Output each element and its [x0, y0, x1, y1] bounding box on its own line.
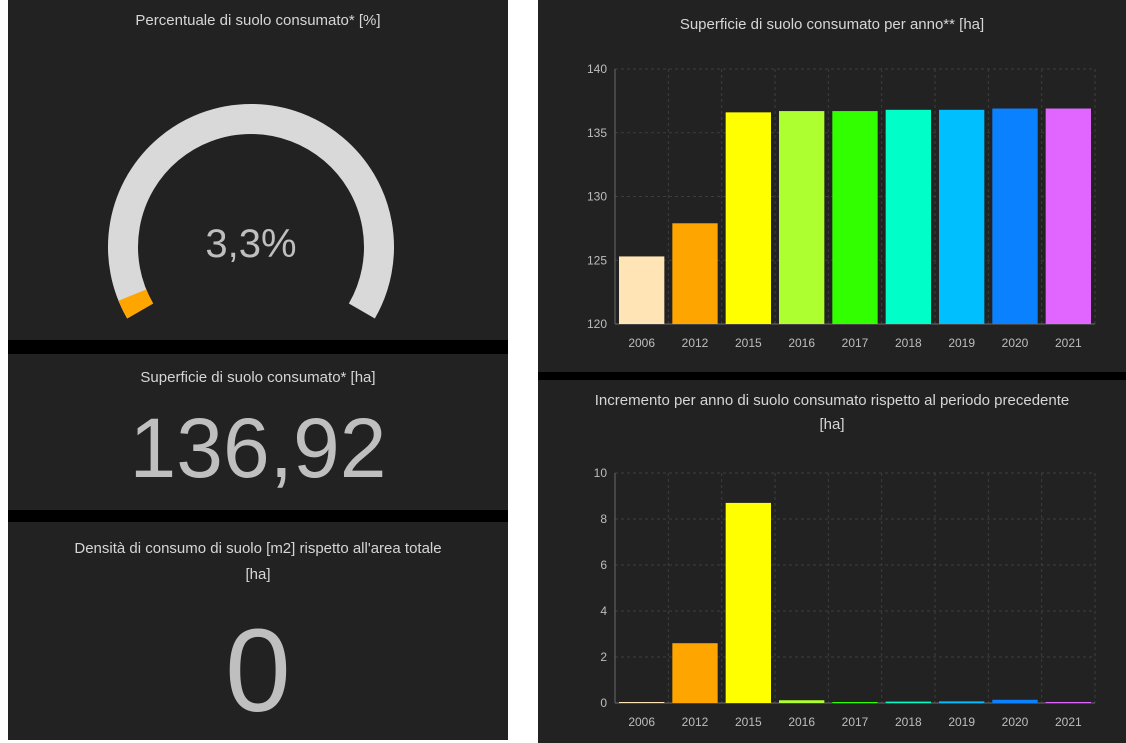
- separator: [8, 340, 508, 354]
- surface-title: Superficie di suolo consumato* [ha]: [140, 369, 376, 386]
- surface-panel: Superficie di suolo consumato* [ha] 136,…: [8, 354, 508, 510]
- bar-2006: [619, 256, 665, 324]
- gauge-chart: 3,3%: [108, 104, 394, 319]
- density-title-line1: Densità di consumo di suolo [m2] rispett…: [74, 540, 442, 557]
- chart-panel-increment: Incremento per anno di suolo consumato r…: [538, 380, 1126, 743]
- x-tick-label: 2021: [1055, 336, 1082, 350]
- density-value: 0: [225, 605, 291, 737]
- bar-2015: [725, 502, 771, 703]
- bar-2016: [779, 111, 825, 324]
- bar-2020: [992, 108, 1038, 325]
- bar-2017: [832, 702, 878, 703]
- x-tick-label: 2006: [628, 715, 655, 729]
- y-tick-label: 8: [600, 512, 607, 526]
- x-tick-label: 2016: [788, 715, 815, 729]
- bar-2019: [939, 701, 985, 703]
- bar-2012: [672, 223, 718, 324]
- separator: [538, 372, 1126, 380]
- surface-value: 136,92: [129, 401, 387, 495]
- bar-2018: [885, 109, 931, 324]
- x-tick-label: 2018: [895, 715, 922, 729]
- density-title-line2: [ha]: [245, 566, 271, 583]
- x-tick-label: 2017: [842, 715, 869, 729]
- bar-2021: [1045, 702, 1091, 703]
- density-panel: Densità di consumo di suolo [m2] rispett…: [8, 522, 508, 740]
- x-tick-label: 2015: [735, 715, 762, 729]
- y-tick-label: 2: [600, 650, 607, 664]
- gauge-track: [108, 104, 394, 319]
- gauge-value: 3,3%: [205, 222, 296, 266]
- gauge-panel: Percentuale di suolo consumato* [%] 3,3%: [8, 0, 508, 340]
- bar-2020: [992, 699, 1038, 703]
- bar-2017: [832, 111, 878, 324]
- x-tick-label: 2017: [842, 336, 869, 350]
- y-tick-label: 125: [587, 253, 607, 267]
- x-tick-label: 2021: [1055, 715, 1082, 729]
- y-tick-label: 120: [587, 317, 607, 331]
- bar-2006: [619, 702, 665, 703]
- x-tick-label: 2006: [628, 336, 655, 350]
- separator: [8, 510, 508, 522]
- bar-2018: [885, 701, 931, 703]
- x-tick-label: 2016: [788, 336, 815, 350]
- y-tick-label: 130: [587, 190, 607, 204]
- bar-2021: [1045, 108, 1091, 325]
- x-tick-label: 2019: [948, 715, 975, 729]
- y-tick-label: 10: [594, 466, 608, 480]
- bar-2019: [939, 109, 985, 324]
- chart-panel-surface: Superficie di suolo consumato per anno**…: [538, 0, 1126, 372]
- x-tick-label: 2019: [948, 336, 975, 350]
- bar-2015: [725, 112, 771, 324]
- y-tick-label: 0: [600, 696, 607, 710]
- x-tick-label: 2015: [735, 336, 762, 350]
- surface-bar-chart: 120 125 130 135 140 2006 2012 2015 2016 2017 2018 2…: [587, 62, 1096, 350]
- y-tick-label: 4: [600, 604, 607, 618]
- x-tick-label: 2012: [682, 715, 709, 729]
- x-tick-label: 2020: [1002, 715, 1029, 729]
- x-tick-label: 2020: [1002, 336, 1029, 350]
- y-tick-label: 140: [587, 62, 607, 76]
- gauge-fill: [118, 289, 154, 319]
- x-tick-label: 2018: [895, 336, 922, 350]
- x-tick-label: 2012: [682, 336, 709, 350]
- bar-2016: [779, 700, 825, 703]
- increment-bar-chart: 0 2 4 6 8 10 2006 2012 2015 2016 2017 2018 2019 2020 2…: [594, 466, 1096, 729]
- bar-2012: [672, 643, 718, 703]
- y-tick-label: 135: [587, 126, 607, 140]
- y-tick-label: 6: [600, 558, 607, 572]
